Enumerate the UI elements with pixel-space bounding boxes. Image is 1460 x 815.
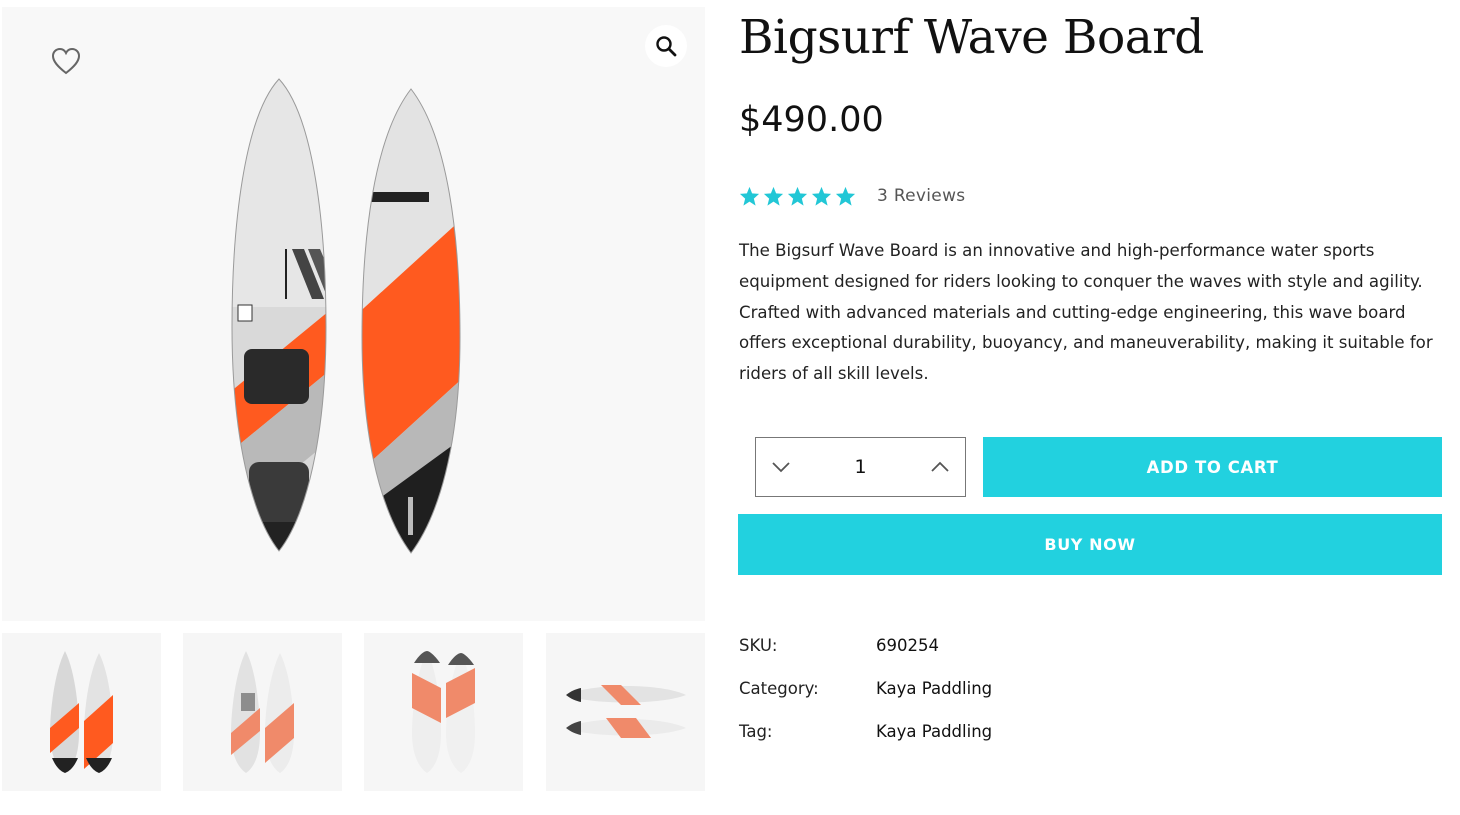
thumbnail-strip <box>2 633 705 791</box>
thumbnail-4[interactable] <box>546 633 705 791</box>
chevron-down-icon <box>772 462 790 473</box>
star-rating <box>739 186 856 206</box>
chevron-up-icon <box>931 461 949 472</box>
star-icon <box>763 186 784 206</box>
thumbnail-2[interactable] <box>183 633 342 791</box>
zoom-button[interactable] <box>645 25 687 67</box>
heart-icon <box>51 47 81 75</box>
category-label: Category: <box>739 679 819 698</box>
category-link[interactable]: Kaya Paddling <box>876 679 992 698</box>
tag-label: Tag: <box>739 722 773 741</box>
buy-now-button[interactable]: BUY NOW <box>738 514 1442 575</box>
product-rating: 3 Reviews <box>739 186 965 206</box>
sku-label: SKU: <box>739 636 778 655</box>
product-main-image[interactable] <box>2 7 705 621</box>
star-icon <box>787 186 808 206</box>
star-icon <box>835 186 856 206</box>
magnifier-icon <box>656 36 677 57</box>
thumbnail-board-image <box>231 651 294 773</box>
quantity-decrease-button[interactable] <box>768 454 794 480</box>
thumbnail-board-image <box>566 685 686 738</box>
product-description: The Bigsurf Wave Board is an innovative … <box>739 241 1433 384</box>
thumbnail-3[interactable] <box>364 633 523 791</box>
sku-value: 690254 <box>876 636 939 655</box>
star-icon <box>811 186 832 206</box>
product-price: $490.00 <box>739 100 884 140</box>
reviews-link[interactable]: 3 Reviews <box>877 186 965 206</box>
add-to-cart-button[interactable]: ADD TO CART <box>983 437 1442 497</box>
tag-link[interactable]: Kaya Paddling <box>876 722 992 741</box>
quantity-stepper: 1 <box>755 437 966 497</box>
thumbnail-1[interactable] <box>2 633 161 791</box>
thumbnail-board-image <box>50 651 113 773</box>
board-illustration <box>231 78 461 554</box>
quantity-input[interactable]: 1 <box>831 456 891 478</box>
thumbnail-board-image <box>412 651 475 773</box>
quantity-increase-button[interactable] <box>927 454 953 480</box>
star-icon <box>739 186 760 206</box>
wishlist-button[interactable] <box>48 44 84 78</box>
product-title: Bigsurf Wave Board <box>739 10 1204 65</box>
